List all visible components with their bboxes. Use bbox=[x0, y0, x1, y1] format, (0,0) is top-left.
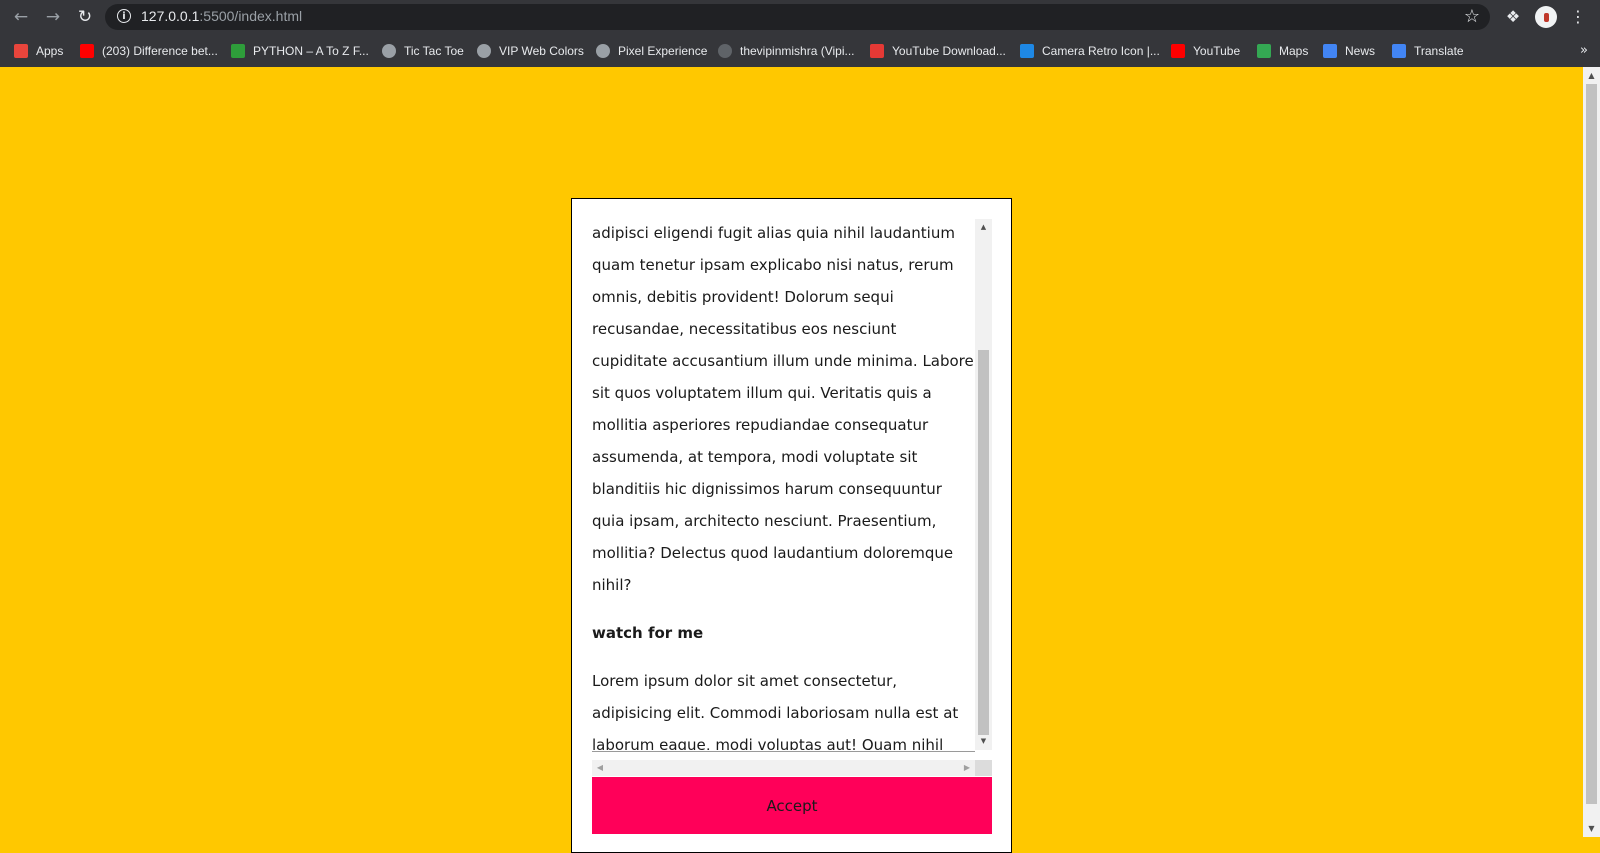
browser-chrome: ← → ↻ i 127.0.0.1:5500/index.html ☆ ❖ ⋮ … bbox=[0, 0, 1600, 67]
youtube-icon bbox=[1171, 44, 1185, 58]
youtube-icon bbox=[80, 44, 94, 58]
bookmark-label: thevipinmishra (Vipi... bbox=[740, 44, 855, 58]
news-icon bbox=[1323, 44, 1337, 58]
back-arrow-icon[interactable]: ← bbox=[10, 6, 32, 28]
bookmark-label: YouTube Download... bbox=[892, 44, 1006, 58]
bookmark-item[interactable]: YouTube bbox=[1171, 41, 1240, 61]
bookmark-label: Pixel Experience bbox=[618, 44, 708, 58]
bookmark-item[interactable]: News bbox=[1323, 41, 1375, 61]
page-body: adipisci eligendi fugit alias quia nihil… bbox=[0, 67, 1583, 853]
page-vertical-scrollbar[interactable]: ▲ ▼ bbox=[1583, 67, 1600, 837]
page-scroll-down-arrow-icon[interactable]: ▼ bbox=[1583, 820, 1600, 837]
ftu-icon bbox=[231, 44, 245, 58]
globe-icon bbox=[382, 44, 396, 58]
scroll-down-arrow-icon[interactable]: ▼ bbox=[975, 733, 992, 750]
accept-button[interactable]: Accept bbox=[592, 777, 992, 834]
kebab-menu-icon[interactable]: ⋮ bbox=[1570, 6, 1586, 28]
bookmark-item[interactable]: YouTube Download... bbox=[870, 41, 1006, 61]
browser-toolbar: ← → ↻ i 127.0.0.1:5500/index.html ☆ ❖ ⋮ bbox=[0, 0, 1600, 34]
bookmark-item[interactable]: PYTHON – A To Z F... bbox=[231, 41, 369, 61]
bookmark-label: (203) Difference bet... bbox=[102, 44, 218, 58]
bookmark-item[interactable]: (203) Difference bet... bbox=[80, 41, 218, 61]
bookmark-label: PYTHON – A To Z F... bbox=[253, 44, 369, 58]
download-icon bbox=[870, 44, 884, 58]
bookmark-label: Tic Tac Toe bbox=[404, 44, 464, 58]
address-bar[interactable]: i 127.0.0.1:5500/index.html ☆ bbox=[105, 4, 1490, 30]
profile-avatar[interactable] bbox=[1535, 6, 1557, 28]
apps-grid-icon bbox=[14, 44, 28, 58]
paragraph-1: adipisci eligendi fugit alias quia nihil… bbox=[592, 224, 974, 594]
flag-icon bbox=[1020, 44, 1034, 58]
bookmark-label: Maps bbox=[1279, 44, 1309, 58]
bookmark-item[interactable]: Maps bbox=[1257, 41, 1308, 61]
github-icon bbox=[718, 44, 732, 58]
url-host: 127.0.0.1 bbox=[141, 8, 200, 24]
more-bookmarks-icon[interactable]: » bbox=[1580, 43, 1588, 58]
text-area: adipisci eligendi fugit alias quia nihil… bbox=[592, 219, 975, 750]
bookmark-label: News bbox=[1345, 44, 1376, 58]
globe-icon bbox=[596, 44, 610, 58]
bookmark-item[interactable]: Translate bbox=[1392, 41, 1464, 61]
bookmark-star-icon[interactable]: ☆ bbox=[1464, 5, 1480, 29]
content-vertical-scrollbar[interactable]: ▲ ▼ bbox=[975, 219, 992, 750]
scroll-right-arrow-icon[interactable]: ▶ bbox=[959, 760, 975, 776]
bookmarks-bar: Apps (203) Difference bet... PYTHON – A To… bbox=[0, 37, 1600, 65]
divider bbox=[592, 751, 975, 752]
reload-icon[interactable]: ↻ bbox=[74, 6, 96, 28]
content-horizontal-scrollbar[interactable]: ◀ ▶ bbox=[592, 760, 975, 776]
bookmark-label: Camera Retro Icon |... bbox=[1042, 44, 1160, 58]
scrollbar-corner bbox=[975, 760, 992, 776]
bookmark-label: YouTube bbox=[1193, 44, 1241, 58]
bookmark-item[interactable]: Camera Retro Icon |... bbox=[1020, 41, 1160, 61]
bookmark-item[interactable]: Apps bbox=[14, 41, 63, 61]
bookmark-label: Translate bbox=[1414, 44, 1464, 58]
bookmark-item[interactable]: Tic Tac Toe bbox=[382, 41, 464, 61]
extensions-puzzle-icon[interactable]: ❖ bbox=[1502, 6, 1524, 28]
scroll-up-arrow-icon[interactable]: ▲ bbox=[975, 219, 992, 236]
bookmark-label: Apps bbox=[36, 44, 64, 58]
bookmark-item[interactable]: thevipinmishra (Vipi... bbox=[718, 41, 855, 61]
scroll-left-arrow-icon[interactable]: ◀ bbox=[592, 760, 608, 776]
forward-arrow-icon[interactable]: → bbox=[42, 6, 64, 28]
url-text: 127.0.0.1:5500/index.html bbox=[141, 8, 302, 24]
globe-icon bbox=[477, 44, 491, 58]
maps-icon bbox=[1257, 44, 1271, 58]
url-path: :5500/index.html bbox=[199, 8, 303, 24]
translate-icon bbox=[1392, 44, 1406, 58]
scrollbar-thumb[interactable] bbox=[978, 350, 989, 735]
page-scroll-up-arrow-icon[interactable]: ▲ bbox=[1583, 67, 1600, 84]
section-heading: watch for me bbox=[592, 624, 704, 642]
page-scrollbar-thumb[interactable] bbox=[1586, 84, 1597, 804]
bookmark-item[interactable]: Pixel Experience bbox=[596, 41, 707, 61]
paragraph-2: Lorem ipsum dolor sit amet consectetur, … bbox=[592, 672, 959, 750]
bookmark-item[interactable]: VIP Web Colors bbox=[477, 41, 584, 61]
bookmark-label: VIP Web Colors bbox=[499, 44, 584, 58]
info-icon[interactable]: i bbox=[117, 9, 131, 23]
scrollable-content[interactable]: adipisci eligendi fugit alias quia nihil… bbox=[592, 219, 992, 750]
terms-card: adipisci eligendi fugit alias quia nihil… bbox=[571, 198, 1012, 853]
